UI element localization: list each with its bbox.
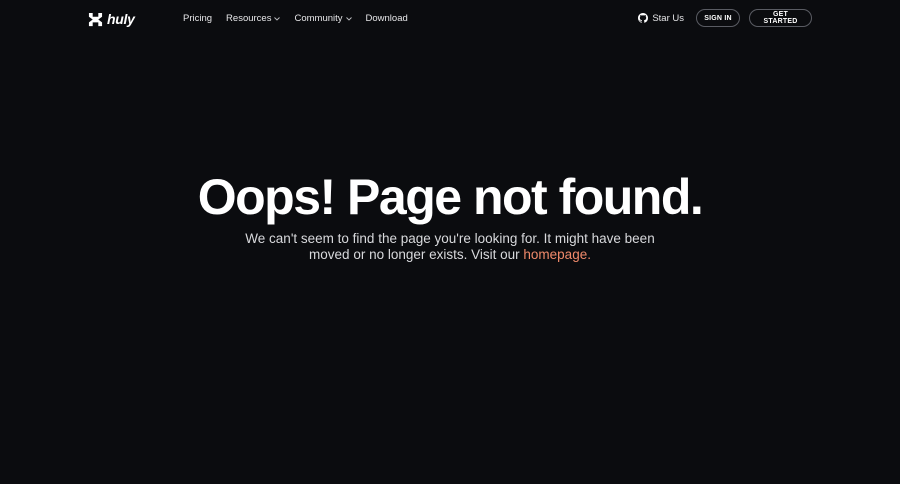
chevron-down-icon xyxy=(345,17,352,21)
message-line-2-prefix: or no longer exists. Visit our xyxy=(353,247,524,262)
github-icon xyxy=(638,13,649,23)
sign-in-button[interactable]: SIGN IN xyxy=(696,9,740,27)
site-header: huly Pricing Resources Community Downloa… xyxy=(0,0,900,38)
huly-logo-icon xyxy=(88,12,103,26)
nav-community-label: Community xyxy=(294,13,343,24)
nav-pricing-label: Pricing xyxy=(183,13,213,24)
nav-download[interactable]: Download xyxy=(366,12,408,25)
page-title: Oops! Page not found. xyxy=(197,169,704,225)
main-nav: Pricing Resources Community Download xyxy=(183,12,408,25)
nav-resources-label: Resources xyxy=(226,13,272,24)
not-found-message: We can't seem to find the page you're lo… xyxy=(240,231,660,263)
nav-download-label: Download xyxy=(365,13,408,24)
page: huly Pricing Resources Community Downloa… xyxy=(0,0,900,484)
logo-text: huly xyxy=(107,11,135,27)
logo-link[interactable]: huly xyxy=(88,11,135,27)
get-started-button[interactable]: GET STARTED xyxy=(749,9,812,27)
homepage-link[interactable]: homepage xyxy=(523,247,587,262)
header-actions: Star Us SIGN IN GET STARTED xyxy=(638,9,812,27)
star-us-label: Star Us xyxy=(652,12,684,24)
nav-resources[interactable]: Resources xyxy=(226,12,281,25)
not-found-section: Oops! Page not found. We can't seem to f… xyxy=(0,168,900,263)
nav-community[interactable]: Community xyxy=(294,12,352,25)
chevron-down-icon xyxy=(274,17,281,21)
nav-pricing[interactable]: Pricing xyxy=(183,12,212,25)
star-us-link[interactable]: Star Us xyxy=(638,13,684,24)
message-period: . xyxy=(587,247,591,262)
